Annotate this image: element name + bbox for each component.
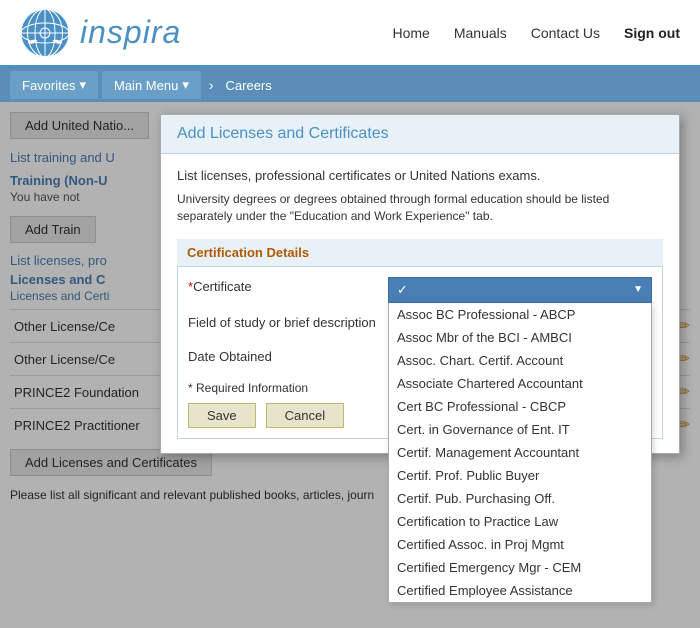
- list-item[interactable]: Certif. Pub. Purchasing Off.: [389, 487, 651, 510]
- modal-note: University degrees or degrees obtained t…: [177, 191, 663, 225]
- list-item[interactable]: Assoc BC Professional - ABCP: [389, 303, 651, 326]
- favorites-arrow: ▾: [79, 77, 86, 93]
- field-of-study-label: Field of study or brief description: [188, 313, 388, 330]
- required-star: *: [188, 279, 193, 294]
- certificate-label: *Certificate: [188, 277, 388, 294]
- add-licenses-modal: Add Licenses and Certificates List licen…: [160, 114, 680, 454]
- manuals-link[interactable]: Manuals: [454, 25, 507, 41]
- modal-description: List licenses, professional certificates…: [177, 168, 663, 183]
- contact-us-link[interactable]: Contact Us: [531, 25, 600, 41]
- list-item[interactable]: Certified Employee Assistance: [389, 579, 651, 602]
- list-item[interactable]: Assoc. Chart. Certif. Account: [389, 349, 651, 372]
- list-item[interactable]: Cert. in Governance of Ent. IT: [389, 418, 651, 441]
- dropdown-selected[interactable]: ✓ ▼: [388, 277, 652, 303]
- favorites-menu[interactable]: Favorites ▾: [10, 71, 98, 99]
- date-obtained-label: Date Obtained: [188, 347, 388, 364]
- list-item[interactable]: Certified Assoc. in Proj Mgmt: [389, 533, 651, 556]
- cert-details-body: *Certificate ✓ ▼ Assoc BC Professional -…: [177, 267, 663, 439]
- subnav-separator: ›: [205, 77, 218, 93]
- list-item[interactable]: Associate Chartered Accountant: [389, 372, 651, 395]
- certificate-control: ✓ ▼ Assoc BC Professional - ABCP Assoc M…: [388, 277, 652, 303]
- certificate-dropdown[interactable]: ✓ ▼ Assoc BC Professional - ABCP Assoc M…: [388, 277, 652, 303]
- list-item[interactable]: Certified Emergency Mgr - CEM: [389, 556, 651, 579]
- list-item[interactable]: Assoc Mbr of the BCI - AMBCI: [389, 326, 651, 349]
- cancel-button[interactable]: Cancel: [266, 403, 344, 428]
- main-menu[interactable]: Main Menu ▾: [102, 71, 201, 99]
- checkmark-icon: ✓: [397, 282, 408, 298]
- list-item[interactable]: Certification to Practice Law: [389, 510, 651, 533]
- header: inspira Home Manuals Contact Us Sign out: [0, 0, 700, 68]
- main-menu-label: Main Menu: [114, 78, 178, 93]
- un-logo: [20, 8, 70, 58]
- main-menu-arrow: ▾: [182, 77, 189, 93]
- list-item[interactable]: Cert BC Professional - CBCP: [389, 395, 651, 418]
- list-item[interactable]: Certif. Prof. Public Buyer: [389, 464, 651, 487]
- home-link[interactable]: Home: [392, 25, 429, 41]
- certificate-row: *Certificate ✓ ▼ Assoc BC Professional -…: [188, 277, 652, 303]
- subnav: Favorites ▾ Main Menu ▾ › Careers: [0, 68, 700, 102]
- logo-area: inspira: [20, 8, 181, 58]
- cert-details-header: Certification Details: [177, 239, 663, 267]
- list-item[interactable]: Certified Financial Manager: [389, 602, 651, 603]
- modal-body: List licenses, professional certificates…: [161, 154, 679, 453]
- header-nav: Home Manuals Contact Us Sign out: [392, 25, 680, 41]
- favorites-label: Favorites: [22, 78, 75, 93]
- list-item[interactable]: Certif. Management Accountant: [389, 441, 651, 464]
- dropdown-list[interactable]: Assoc BC Professional - ABCP Assoc Mbr o…: [388, 303, 652, 603]
- app-name: inspira: [80, 14, 181, 51]
- dropdown-arrow: ▼: [633, 284, 643, 295]
- sign-out-link[interactable]: Sign out: [624, 25, 680, 41]
- careers-label: Careers: [222, 72, 276, 99]
- save-button[interactable]: Save: [188, 403, 256, 428]
- main-content: Add United Natio... List training and U …: [0, 102, 700, 628]
- modal-title: Add Licenses and Certificates: [161, 115, 679, 154]
